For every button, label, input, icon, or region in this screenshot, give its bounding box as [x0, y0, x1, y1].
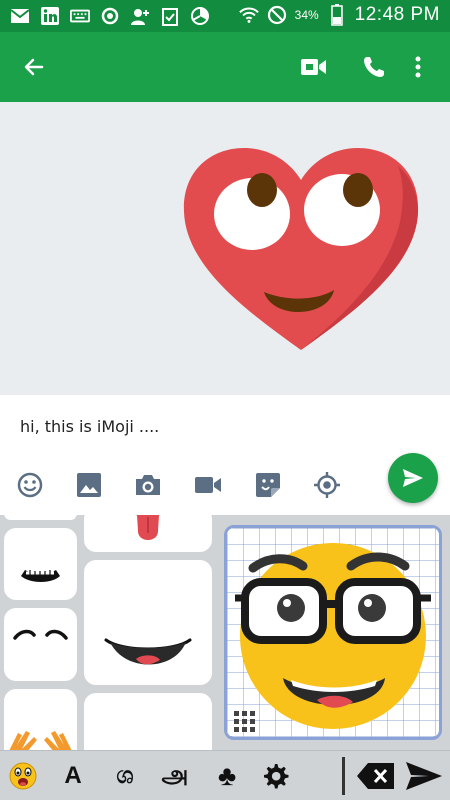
- sticker-tile-eyebrows[interactable]: [4, 608, 77, 681]
- sticker-tile-teeth-grin[interactable]: [4, 528, 77, 600]
- video-icon[interactable]: [192, 469, 224, 501]
- more-vert-icon[interactable]: [400, 49, 436, 85]
- settings-icon[interactable]: [258, 759, 292, 793]
- sticker-preview[interactable]: [224, 525, 442, 740]
- battery-icon: [327, 4, 347, 26]
- latin-keyboard[interactable]: A: [56, 759, 90, 793]
- clipboard-check-icon: [160, 6, 180, 26]
- mail-icon: [10, 6, 30, 26]
- linkedin-icon: [40, 6, 60, 26]
- backspace-icon[interactable]: [356, 759, 396, 793]
- wifi-icon: [238, 5, 259, 25]
- do-not-disturb-icon: [267, 5, 287, 25]
- grid-menu-icon[interactable]: [233, 710, 257, 734]
- location-icon[interactable]: [311, 469, 343, 501]
- sinhala-keyboard[interactable]: ශ: [108, 759, 142, 793]
- sticker-tile[interactable]: [4, 515, 77, 520]
- sticker-tile-hands[interactable]: [4, 689, 77, 750]
- sync-icon: [100, 6, 120, 26]
- heart-emoji-sticker[interactable]: [178, 142, 424, 358]
- clock: 12:48 PM: [354, 4, 440, 25]
- sticker-tile[interactable]: [84, 693, 212, 750]
- keyboard-icon: [70, 6, 90, 26]
- sticker-tile-smile-mouth[interactable]: [84, 560, 212, 685]
- send-icon: [403, 469, 423, 487]
- chat-area: [0, 102, 450, 395]
- emoji-icon[interactable]: [14, 469, 46, 501]
- emoji-face-icon[interactable]: [6, 759, 40, 793]
- pie-chart-icon: [190, 6, 210, 26]
- add-contact-icon: [130, 6, 150, 26]
- sticker-picker: [0, 515, 450, 750]
- image-icon[interactable]: [73, 469, 105, 501]
- phone-icon[interactable]: [356, 49, 392, 85]
- status-bar: 34% 12:48 PM: [0, 0, 450, 32]
- send-arrow-icon[interactable]: [404, 759, 444, 793]
- symbols-keyboard[interactable]: ♣: [210, 759, 244, 793]
- battery-percent: 34%: [294, 8, 319, 22]
- app-bar: [0, 32, 450, 102]
- video-call-icon[interactable]: [296, 49, 332, 85]
- sticker-tile-tongue[interactable]: [84, 515, 212, 552]
- sticker-icon[interactable]: [252, 469, 284, 501]
- message-input[interactable]: hi, this is iMoji ....: [20, 417, 159, 436]
- back-arrow-icon[interactable]: [16, 49, 52, 85]
- camera-icon[interactable]: [132, 469, 164, 501]
- keyboard-bottom-bar: A ශ அ ♣: [0, 750, 450, 800]
- compose-toolbar: [0, 465, 380, 505]
- compose-area: hi, this is iMoji ....: [0, 395, 450, 515]
- send-button[interactable]: [388, 453, 438, 503]
- tamil-keyboard[interactable]: அ: [158, 759, 192, 793]
- divider: [342, 757, 345, 795]
